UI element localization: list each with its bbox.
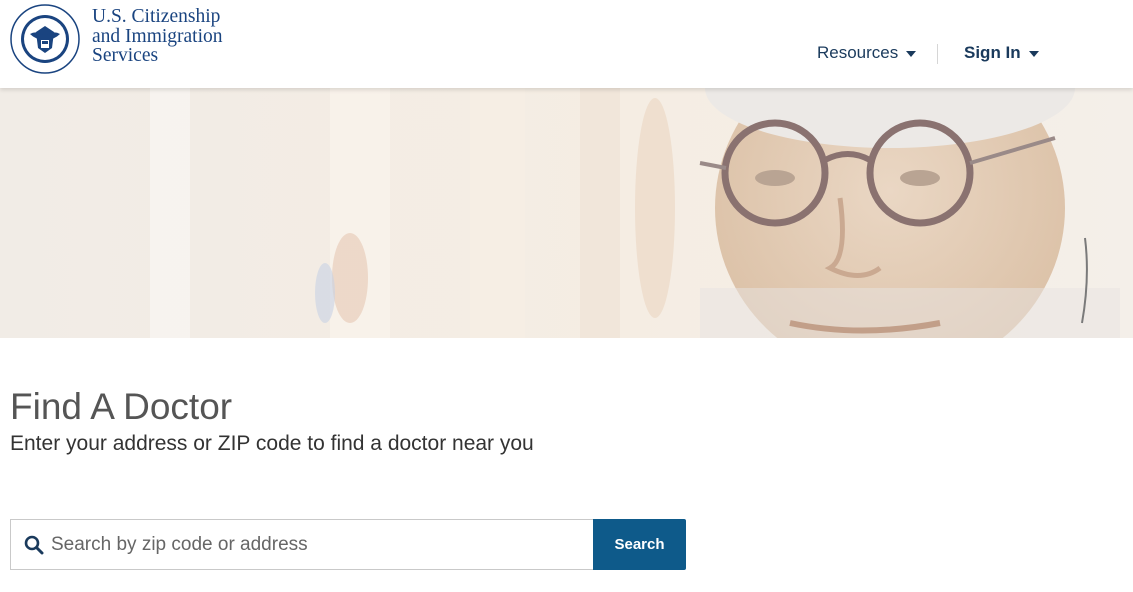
- agency-name-line1: U.S. Citizenship: [92, 6, 221, 27]
- search-input[interactable]: [51, 520, 586, 569]
- resources-menu-button[interactable]: Resources: [817, 43, 917, 63]
- sign-in-menu-button[interactable]: Sign In: [964, 43, 1039, 63]
- caret-down-icon: [1028, 50, 1039, 57]
- search-icon: [24, 535, 44, 555]
- caret-down-icon: [906, 50, 917, 57]
- agency-name-line3: Services: [92, 45, 159, 66]
- search-button[interactable]: Search: [593, 519, 686, 570]
- page-title: Find A Doctor: [10, 386, 233, 427]
- hero-banner-image: [0, 88, 1133, 338]
- search-box[interactable]: [10, 519, 593, 570]
- agency-name-line2: and Immigration: [92, 25, 223, 47]
- page-subtitle: Enter your address or ZIP code to find a…: [10, 432, 534, 455]
- resources-label: Resources: [817, 43, 899, 62]
- agency-name[interactable]: U.S. Citizenship and Immigration Service…: [92, 7, 223, 66]
- sign-in-label: Sign In: [964, 43, 1021, 62]
- nav-divider: [937, 44, 938, 64]
- site-header: U.S. Citizenship and Immigration Service…: [0, 0, 1133, 88]
- dhs-seal-icon[interactable]: [10, 4, 80, 74]
